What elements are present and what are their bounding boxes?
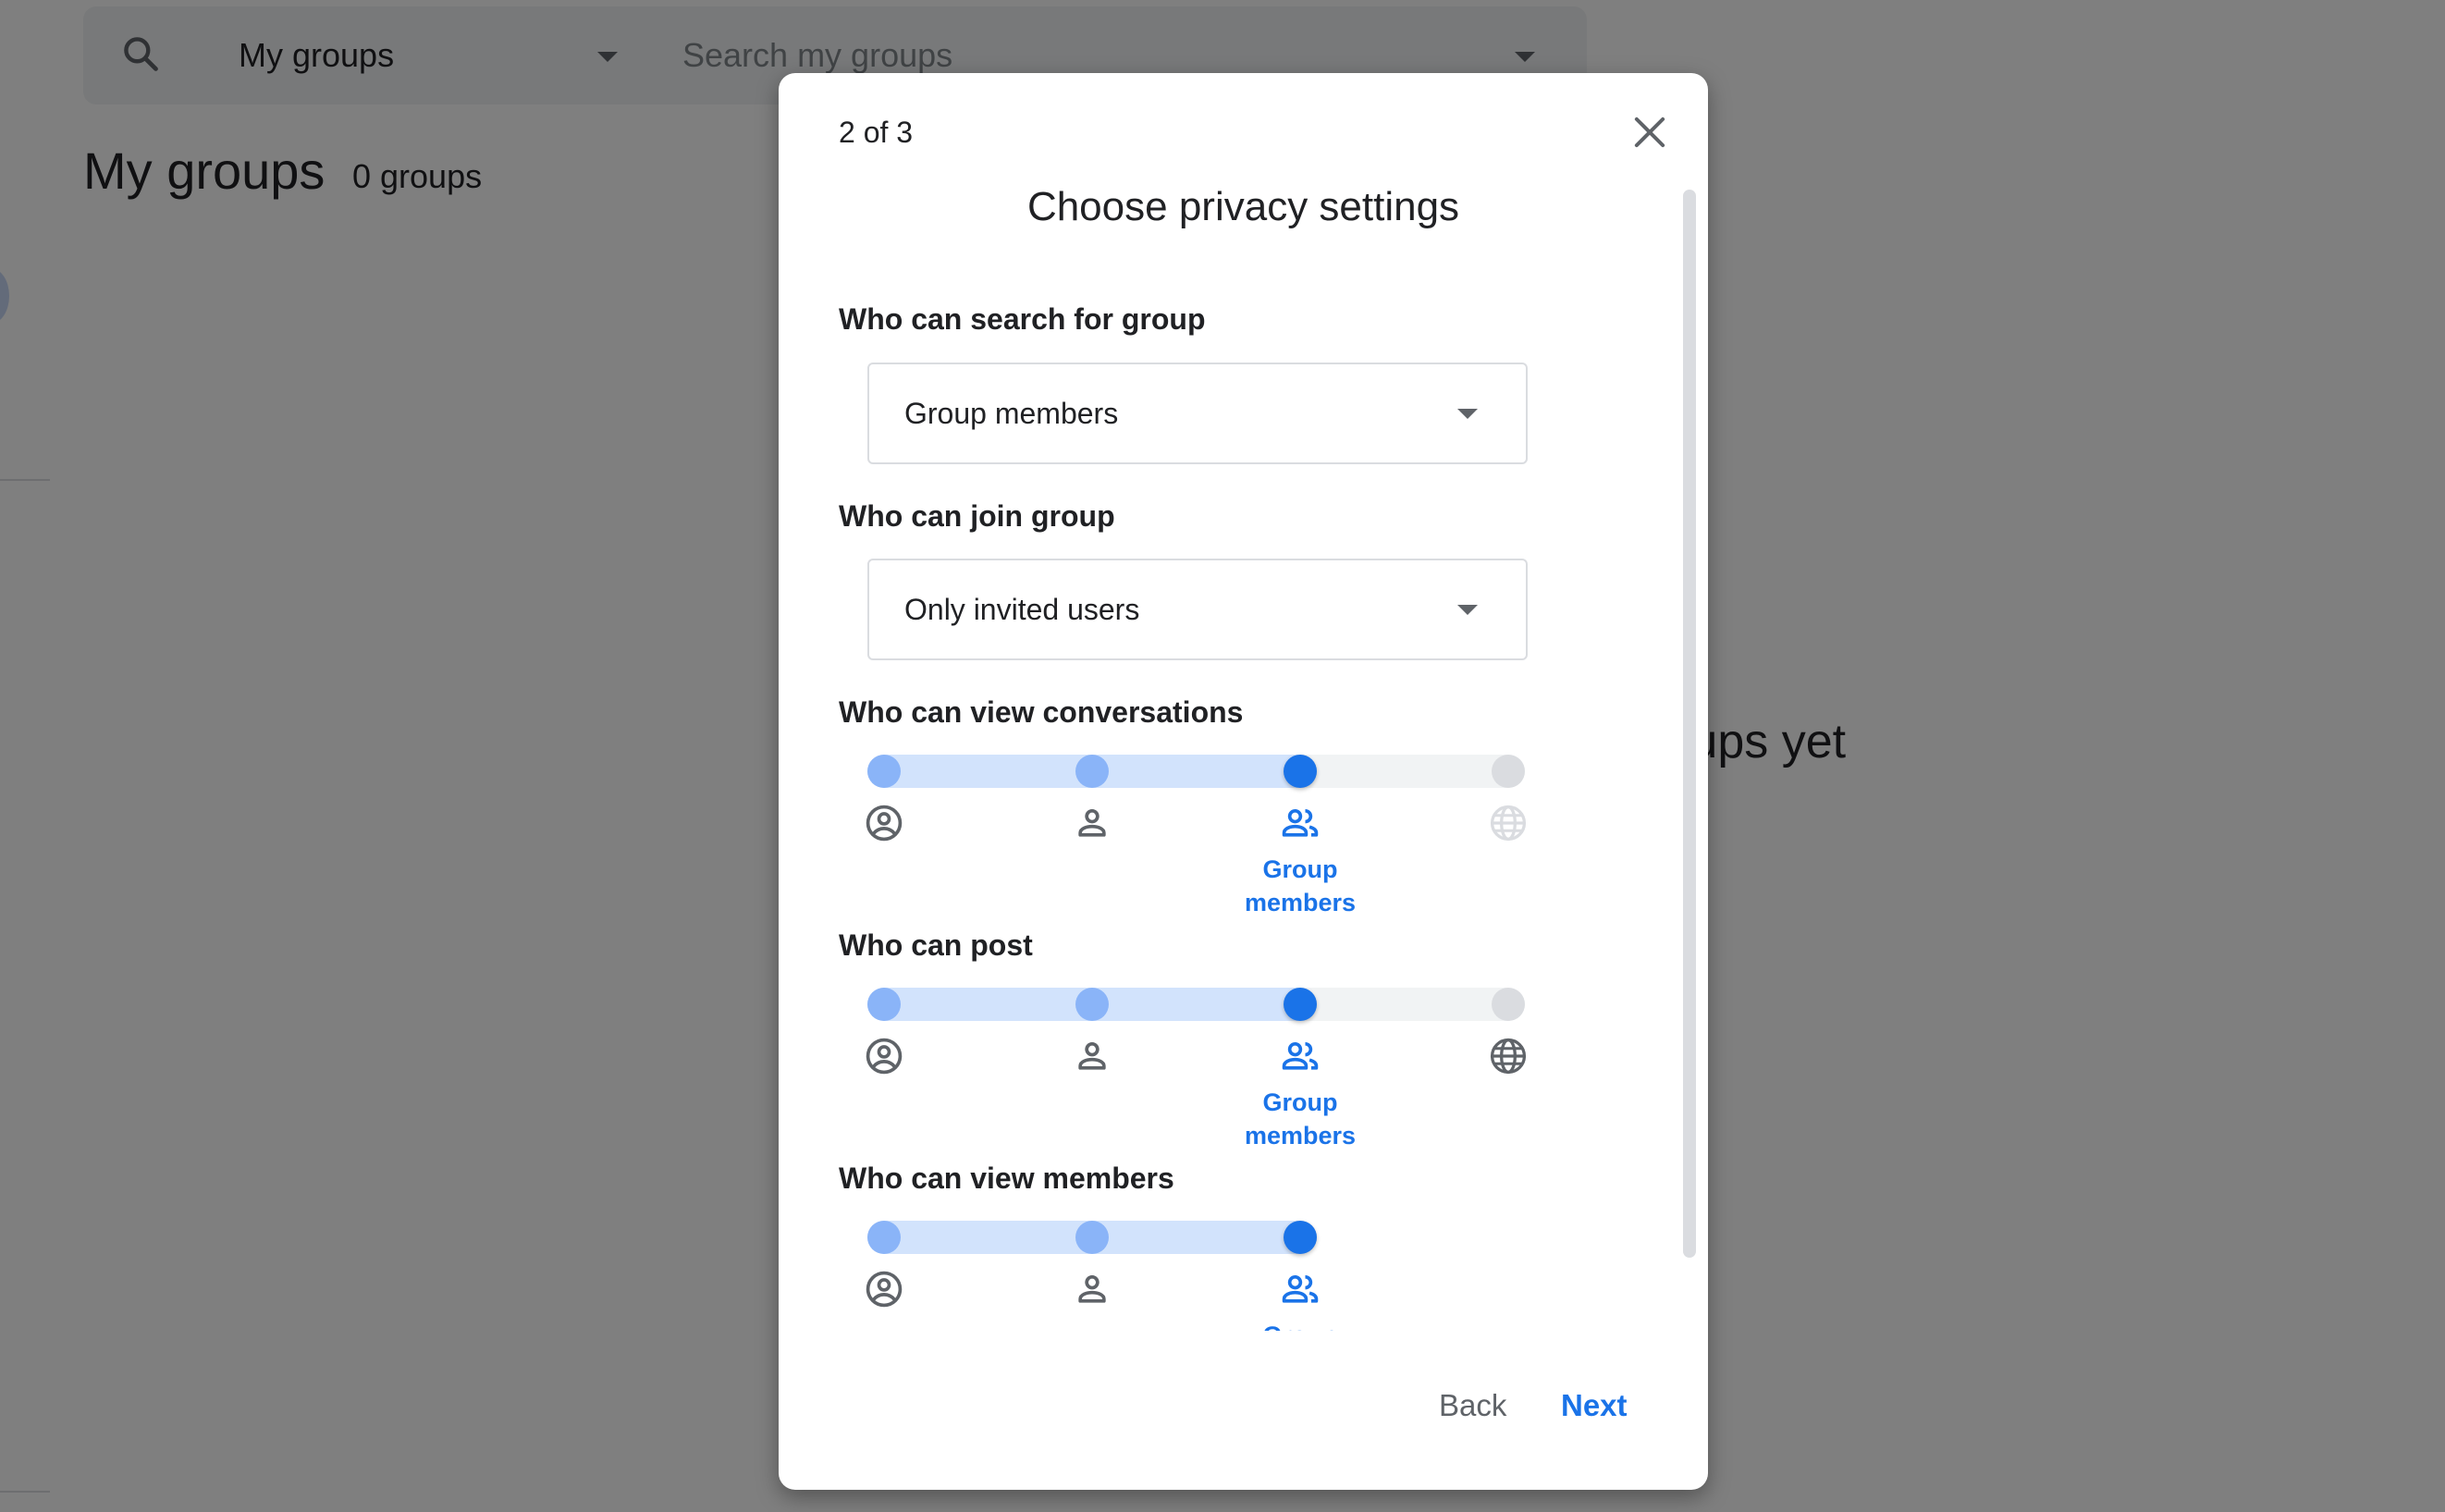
view-members-label: Who can view members bbox=[839, 1162, 1174, 1195]
who-can-post-label: Who can post bbox=[839, 928, 1033, 962]
join-group-select[interactable]: Only invited users bbox=[867, 559, 1528, 660]
slider-thumb[interactable] bbox=[1284, 988, 1317, 1021]
dialog-title: Choose privacy settings bbox=[1026, 184, 1460, 229]
person-icon[interactable] bbox=[1072, 1036, 1112, 1076]
search-group-select[interactable]: Group members bbox=[867, 363, 1528, 464]
slider-thumb[interactable] bbox=[1284, 1221, 1317, 1254]
slider-stop[interactable] bbox=[1075, 988, 1109, 1021]
view-conversations-slider[interactable]: Group members bbox=[864, 755, 1533, 940]
account-circle-icon[interactable] bbox=[864, 1036, 904, 1076]
slider-selected-label: Group members bbox=[1244, 1088, 1357, 1149]
who-can-post-slider[interactable]: Group members bbox=[864, 988, 1533, 1173]
account-circle-icon[interactable] bbox=[864, 803, 904, 843]
join-group-label: Who can join group bbox=[839, 499, 1115, 533]
step-indicator: 2 of 3 bbox=[839, 116, 914, 149]
dialog-scroll-area: 2 of 3 Choose privacy settings Who can s… bbox=[779, 73, 1708, 1331]
close-icon[interactable] bbox=[1628, 110, 1672, 154]
group-icon[interactable] bbox=[1280, 1036, 1321, 1076]
view-members-slider[interactable]: Group members bbox=[864, 1221, 1533, 1331]
search-group-value: Group members bbox=[904, 397, 1119, 430]
scrollbar[interactable] bbox=[1683, 190, 1696, 1258]
create-group-dialog: 2 of 3 Choose privacy settings Who can s… bbox=[779, 73, 1708, 1490]
slider-stop[interactable] bbox=[867, 988, 901, 1021]
slider-stop[interactable] bbox=[1075, 755, 1109, 788]
join-group-value: Only invited users bbox=[904, 593, 1140, 626]
person-icon[interactable] bbox=[1072, 803, 1112, 843]
person-icon[interactable] bbox=[1072, 1269, 1112, 1309]
slider-selected-label: Group members bbox=[1208, 1319, 1393, 1331]
group-icon[interactable] bbox=[1280, 1269, 1321, 1309]
group-icon[interactable] bbox=[1280, 803, 1321, 843]
slider-stop[interactable] bbox=[1492, 755, 1525, 788]
chevron-down-icon bbox=[1457, 605, 1478, 615]
slider-selected-label: Group members bbox=[1244, 855, 1357, 916]
view-conversations-label: Who can view conversations bbox=[839, 695, 1244, 729]
slider-stop[interactable] bbox=[1492, 988, 1525, 1021]
chevron-down-icon bbox=[1457, 409, 1478, 419]
globe-icon[interactable] bbox=[1488, 803, 1529, 843]
slider-stop[interactable] bbox=[867, 755, 901, 788]
globe-icon[interactable] bbox=[1488, 1036, 1529, 1076]
slider-thumb[interactable] bbox=[1284, 755, 1317, 788]
back-button[interactable]: Back bbox=[1426, 1381, 1519, 1431]
search-group-label: Who can search for group bbox=[839, 302, 1206, 336]
next-button[interactable]: Next bbox=[1548, 1381, 1640, 1431]
slider-stop[interactable] bbox=[1075, 1221, 1109, 1254]
slider-stop[interactable] bbox=[867, 1221, 901, 1254]
account-circle-icon[interactable] bbox=[864, 1269, 904, 1309]
